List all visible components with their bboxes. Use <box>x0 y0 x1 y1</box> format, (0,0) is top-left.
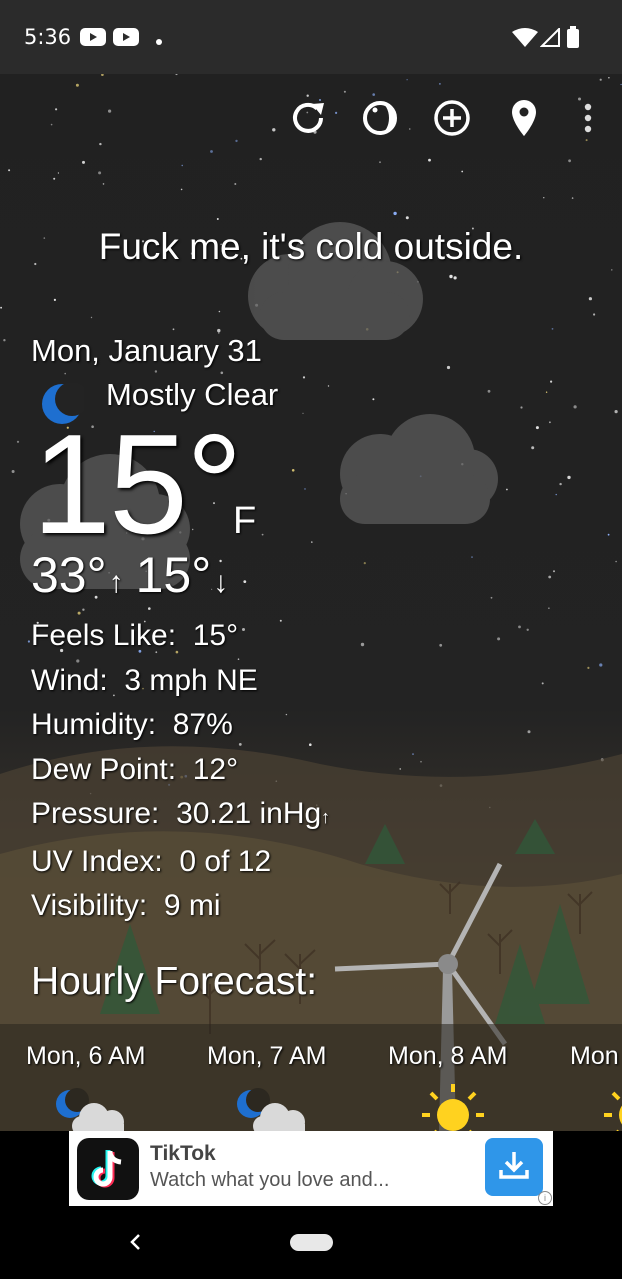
more-vert-icon <box>583 103 593 138</box>
weather-details: Feels Like: 15° Wind: 3 mph NE Humidity:… <box>31 614 330 929</box>
system-nav-bar <box>0 1209 622 1279</box>
detail-feels-like: Feels Like: 15° <box>31 619 239 652</box>
ad-download-button[interactable] <box>485 1138 543 1196</box>
detail-wind: Wind: 3 mph NE <box>31 663 258 697</box>
detail-uv-index: UV Index: 0 of 12 <box>31 844 272 878</box>
more-options-button[interactable] <box>564 96 612 144</box>
ad-info-icon[interactable]: i <box>538 1191 552 1205</box>
tiktok-logo-icon <box>77 1138 139 1200</box>
ad-area: TikTok Watch what you love and... i <box>0 1131 622 1209</box>
location-pin-icon <box>509 98 539 143</box>
sun-icon <box>602 1082 622 1131</box>
ad-subtitle: Watch what you love and... <box>150 1169 390 1191</box>
pressure-trend-icon: ↑ <box>321 807 331 827</box>
detail-visibility: Visibility: 9 mi <box>31 889 221 922</box>
hourly-item[interactable]: Mon, 7 AM <box>207 1042 377 1131</box>
dot-icon <box>155 33 163 51</box>
high-temp: 33° <box>31 547 107 603</box>
add-location-button[interactable] <box>428 96 476 144</box>
signal-icon <box>539 26 560 52</box>
moon-cloud-icon <box>54 1086 130 1131</box>
hourly-forecast-title: Hourly Forecast: <box>31 960 318 1003</box>
hourly-item[interactable]: Mon, 6 AM <box>26 1042 196 1131</box>
battery-icon <box>567 26 579 53</box>
home-pill-button[interactable] <box>290 1234 333 1251</box>
temperature-unit: F <box>233 500 257 542</box>
refresh-button[interactable] <box>284 96 332 144</box>
high-low-temps: 33° ↑ 15° ↓ <box>31 546 240 604</box>
wifi-icon <box>512 28 538 53</box>
status-time: 5:36 <box>24 25 72 49</box>
snarky-headline: Fuck me, it's cold outside. <box>98 226 524 267</box>
ad-title: TikTok <box>150 1142 216 1165</box>
hourly-item[interactable]: Mon, 8 AM <box>388 1042 558 1131</box>
current-temperature: 15° <box>32 405 243 564</box>
add-location-icon <box>432 98 472 143</box>
youtube-icon <box>113 27 139 52</box>
youtube-icon <box>80 27 106 52</box>
moon-cloud-icon <box>235 1086 311 1131</box>
hourly-forecast-strip[interactable]: Mon, 6 AM Mon, 7 AM Mon, 8 AM Mon <box>0 1024 622 1131</box>
status-bar: 5:36 <box>0 0 622 74</box>
detail-dew-point: Dew Point: 12° <box>31 752 239 786</box>
arrow-down-icon: ↓ <box>213 566 229 599</box>
detail-pressure: Pressure: 30.21 inHg↑ <box>31 797 331 830</box>
detail-humidity: Humidity: 87% <box>31 708 233 741</box>
weather-screen: Fuck me, it's cold outside. Mon, January… <box>0 74 622 1131</box>
refresh-icon <box>288 98 328 143</box>
ad-banner[interactable]: TikTok Watch what you love and... i <box>69 1131 553 1206</box>
back-chevron-icon <box>122 1234 150 1261</box>
download-icon <box>498 1149 530 1186</box>
theme-icon <box>360 98 400 143</box>
sun-icon <box>420 1082 486 1131</box>
forecast-date: Mon, January 31 <box>31 333 262 368</box>
location-button[interactable] <box>500 96 548 144</box>
low-temp: 15° <box>135 547 212 603</box>
theme-button[interactable] <box>356 96 404 144</box>
arrow-up-icon: ↑ <box>108 566 124 599</box>
hourly-item[interactable]: Mon <box>570 1042 622 1131</box>
back-button[interactable] <box>122 1227 150 1257</box>
